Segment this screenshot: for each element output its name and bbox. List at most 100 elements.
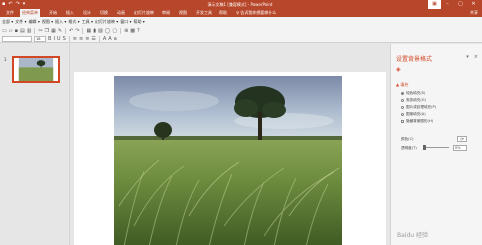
toolbar-separator [98, 35, 100, 42]
option-label: 图案填充(A) [406, 112, 426, 116]
tab-design[interactable]: 设计 [83, 9, 91, 17]
underline-icon[interactable]: U [57, 36, 61, 42]
solid-fill-option[interactable]: 纯色填充(S) [401, 91, 425, 96]
redo-icon[interactable]: ↷ [16, 1, 20, 8]
gradient-fill-option[interactable]: 渐变填充(G) [401, 98, 426, 103]
font-color-icon[interactable]: A [103, 36, 106, 42]
tab-file[interactable]: 文件 [6, 9, 14, 17]
menu-all[interactable]: 全部 ▾ [2, 19, 13, 25]
grid-icon[interactable]: ▩ [130, 28, 135, 34]
paint-bucket-icon[interactable]: ◈ [396, 66, 401, 73]
fill-section-header[interactable]: ▲ 填充 [396, 82, 408, 88]
pane-controls: ▾ × [466, 54, 478, 60]
hide-background-graphics-option[interactable]: 隐藏背景图形(H) [401, 119, 433, 124]
cut-icon[interactable]: ✂ [38, 28, 42, 34]
italic-icon[interactable]: I [53, 36, 54, 42]
close-icon[interactable]: × [474, 54, 478, 60]
menu-file[interactable]: 文件 ▾ [15, 19, 26, 25]
font-name-select[interactable] [2, 35, 32, 42]
ribbon-display-options-icon[interactable]: ▣ [428, 0, 441, 9]
increase-font-icon[interactable]: A [108, 36, 111, 42]
shadow-icon[interactable]: S [63, 36, 66, 42]
slide-editing-area [71, 44, 389, 245]
align-left-icon[interactable]: ≡ [73, 36, 77, 42]
menu-slide-show[interactable]: 幻灯片放映 ▾ [95, 19, 118, 25]
transparency-slider-track[interactable] [425, 147, 449, 148]
font-size-select[interactable]: 18 [34, 35, 46, 42]
tab-slide-show[interactable]: 幻灯片放映 [134, 9, 154, 17]
tab-classic-menu[interactable]: 经典菜单 [20, 9, 40, 17]
menu-window[interactable]: 窗口 ▾ [120, 19, 131, 25]
menu-edit[interactable]: 编辑 ▾ [29, 19, 40, 25]
tab-review[interactable]: 审阅 [162, 9, 170, 17]
bullets-icon[interactable]: ☰ [91, 36, 95, 42]
menu-tools[interactable]: 工具 ▾ [82, 19, 93, 25]
gradient-fill-radio[interactable] [401, 99, 404, 102]
undo-icon[interactable]: ↶ [69, 28, 73, 34]
tab-insert[interactable]: 插入 [66, 9, 74, 17]
pattern-fill-option[interactable]: 图案填充(A) [401, 112, 426, 117]
solid-fill-radio[interactable] [401, 92, 404, 95]
align-center-icon[interactable]: ≡ [79, 36, 83, 42]
open-icon[interactable]: ▱ [9, 28, 13, 34]
formatting-toolbar: 18 B I U S ≡ ≡ ≡ ☰ A A a [0, 35, 482, 43]
picture-icon[interactable]: ▨ [98, 28, 103, 34]
chevron-down-icon[interactable]: ▾ [466, 54, 469, 60]
menu-view[interactable]: 视图 ▾ [42, 19, 53, 25]
current-slide[interactable] [74, 72, 386, 245]
tab-view[interactable]: 视图 [179, 9, 187, 17]
close-icon[interactable]: ✕ [467, 0, 480, 9]
copy-icon[interactable]: ❐ [45, 28, 49, 34]
pattern-fill-radio[interactable] [401, 113, 404, 116]
window-controls: ▣ – ▢ ✕ [428, 0, 480, 9]
picture-fill-option[interactable]: 图片或纹理填充(P) [401, 105, 436, 110]
tab-developer[interactable]: 开发工具 [196, 9, 212, 17]
tab-help[interactable]: 帮助 [219, 9, 227, 17]
toolbar-separator [82, 27, 84, 34]
save-icon[interactable]: ▪ [15, 28, 18, 34]
help-icon[interactable]: ? [137, 28, 140, 34]
tab-animations[interactable]: 动画 [117, 9, 125, 17]
toolbar-separator [120, 27, 122, 34]
menu-format[interactable]: 格式 ▾ [68, 19, 79, 25]
transparency-label: 透明度(T) [401, 146, 417, 150]
redo-icon[interactable]: ↷ [75, 28, 79, 34]
save-icon[interactable]: ▪ [2, 1, 5, 8]
toolbar-separator [68, 35, 70, 42]
chart-icon[interactable]: ▮ [93, 28, 96, 34]
transparency-input[interactable]: 0% [453, 145, 467, 151]
hide-background-checkbox[interactable] [401, 120, 404, 123]
tab-home[interactable]: 开始 [49, 9, 57, 17]
minimize-icon[interactable]: – [441, 0, 454, 9]
shape-icon[interactable]: ◯ [105, 28, 111, 34]
slide-thumbnail[interactable] [12, 56, 60, 83]
preview-icon[interactable]: ▥ [27, 28, 32, 34]
quick-access-toolbar: ▪ ↶ ↷ ▾ [2, 1, 25, 8]
new-icon[interactable]: ▭ [2, 28, 7, 34]
picture-fill-radio[interactable] [401, 106, 404, 109]
align-right-icon[interactable]: ≡ [85, 36, 89, 42]
textbox-icon[interactable]: ▢ [112, 28, 117, 34]
transparency-slider-thumb[interactable] [423, 145, 426, 150]
maximize-icon[interactable]: ▢ [454, 0, 467, 9]
option-label: 纯色填充(S) [406, 91, 426, 95]
toolbar-separator [34, 27, 36, 34]
menu-help[interactable]: 帮助 ▾ [134, 19, 145, 25]
bold-icon[interactable]: B [48, 36, 51, 42]
tab-transitions[interactable]: 切换 [100, 9, 108, 17]
share-button[interactable]: 共享 [470, 9, 478, 17]
paste-icon[interactable]: ▦ [51, 28, 56, 34]
print-icon[interactable]: ▤ [20, 28, 25, 34]
title-bar: ▪ ↶ ↷ ▾ 演示文稿1 [兼容模式] - PowerPoint ▣ – ▢ … [0, 0, 482, 9]
customize-icon[interactable]: ▾ [23, 1, 26, 8]
window-title: 演示文稿1 [兼容模式] - PowerPoint [207, 2, 273, 7]
undo-icon[interactable]: ↶ [8, 1, 12, 8]
color-picker-button[interactable]: ◊▾ [457, 136, 467, 142]
table-icon[interactable]: ▦ [86, 28, 91, 34]
decrease-font-icon[interactable]: a [114, 36, 117, 42]
slide-number: 1 [4, 57, 7, 62]
tell-me-search[interactable]: ♀ 告诉我你想要做什么 [236, 9, 276, 17]
format-painter-icon[interactable]: ✎ [58, 28, 62, 34]
zoom-icon[interactable]: ⊕ [124, 28, 128, 34]
menu-insert[interactable]: 插入 ▾ [55, 19, 66, 25]
